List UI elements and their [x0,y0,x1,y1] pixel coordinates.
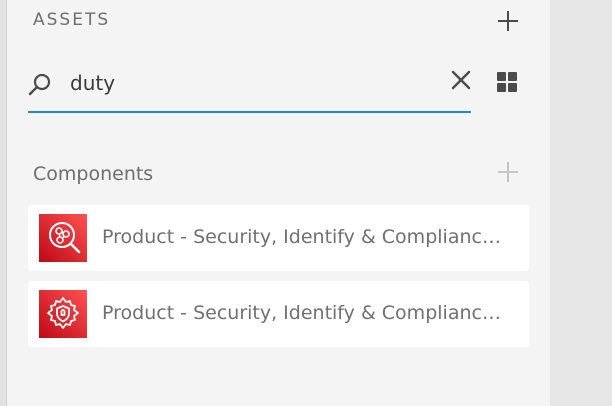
components-heading: Components [33,163,154,185]
search-bar[interactable] [28,62,471,113]
close-icon[interactable] [450,69,472,91]
search-input[interactable] [70,66,430,100]
left-panel-edge [0,0,7,406]
search-icon [28,73,51,96]
grid-view-icon[interactable] [497,72,517,92]
add-component-button[interactable] [497,161,519,183]
component-item-security[interactable]: Product - Security, Identify & Complianc… [28,281,529,347]
add-asset-button[interactable] [497,10,519,32]
component-label: Product - Security, Identify & Complianc… [102,226,501,248]
panel-title: ASSETS [33,10,111,30]
component-item-guardduty[interactable]: Product - Security, Identify & Complianc… [28,205,529,271]
component-label: Product - Security, Identify & Complianc… [102,302,501,324]
canvas-background [550,0,612,406]
guardduty-icon [39,214,87,262]
gear-shield-icon [39,290,87,338]
assets-panel: ASSETS Components [7,0,550,406]
